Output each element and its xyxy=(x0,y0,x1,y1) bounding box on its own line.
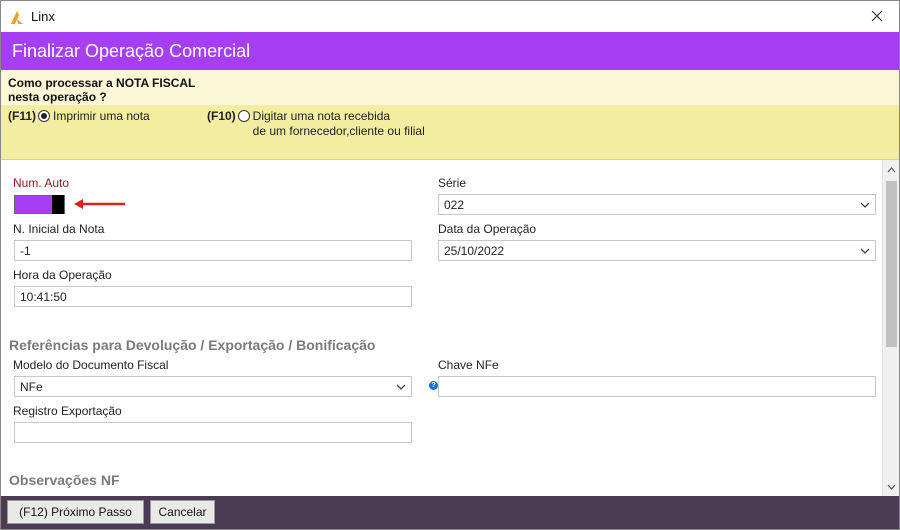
option-label-digitar: Digitar uma nota recebida de um forneced… xyxy=(253,109,425,139)
observacoes-section-title: Observações NF xyxy=(9,472,120,488)
data-operacao-select[interactable]: 25/10/2022 xyxy=(438,240,876,261)
serie-select[interactable]: 022 xyxy=(438,194,876,215)
nota-fiscal-question: Como processar a NOTA FISCAL nesta opera… xyxy=(1,70,899,105)
next-step-button[interactable]: (F12) Próximo Passo xyxy=(7,500,144,524)
serie-value: 022 xyxy=(444,197,465,212)
radio-imprimir-nota[interactable] xyxy=(38,110,51,122)
num-auto-toggle[interactable] xyxy=(14,195,65,214)
hora-operacao-value: 10:41:50 xyxy=(20,289,67,304)
hora-operacao-label: Hora da Operação xyxy=(13,268,112,282)
nota-fiscal-options: (F11) Imprimir uma nota (F10) Digitar um… xyxy=(1,105,899,159)
scroll-down-button[interactable] xyxy=(883,479,899,495)
scroll-down-icon xyxy=(887,484,896,490)
vertical-scrollbar[interactable] xyxy=(882,160,899,496)
option-label-digitar-line2: de um fornecedor,cliente ou filial xyxy=(252,124,425,138)
close-button[interactable] xyxy=(863,5,891,27)
chevron-down-icon xyxy=(860,202,870,208)
modelo-documento-label: Modelo do Documento Fiscal xyxy=(13,358,169,372)
chevron-down-icon xyxy=(860,248,870,254)
title-bar: Linx xyxy=(1,1,899,32)
finalizar-operacao-dialog: Linx Finalizar Operação Comercial Como p… xyxy=(0,0,900,530)
scroll-up-button[interactable] xyxy=(883,162,899,178)
page-title: Finalizar Operação Comercial xyxy=(1,32,899,70)
help-icon[interactable]: ? xyxy=(429,381,438,390)
serie-label: Série xyxy=(438,176,467,190)
scroll-up-icon xyxy=(887,167,896,173)
modelo-documento-select[interactable]: NFe xyxy=(14,376,412,397)
referencias-section-title: Referências para Devolução / Exportação … xyxy=(9,337,376,353)
footer-bar: (F12) Próximo Passo Cancelar xyxy=(1,496,899,529)
data-operacao-value: 25/10/2022 xyxy=(444,243,505,258)
option-imprimir-nota[interactable]: (F11) Imprimir uma nota xyxy=(8,109,150,124)
close-icon xyxy=(871,10,883,22)
question-line-1: Como processar a NOTA FISCAL xyxy=(8,76,196,90)
chevron-down-icon xyxy=(396,384,406,390)
question-line-2: nesta operação ? xyxy=(8,90,107,104)
registro-exportacao-label: Registro Exportação xyxy=(13,404,122,418)
num-auto-label: Num. Auto xyxy=(13,176,70,190)
chave-nfe-input[interactable] xyxy=(438,376,876,397)
data-operacao-label: Data da Operação xyxy=(438,222,537,236)
toggle-knob[interactable] xyxy=(52,195,64,214)
app-logo-icon xyxy=(11,10,23,24)
radio-digitar-nota[interactable] xyxy=(237,110,250,122)
n-inicial-label: N. Inicial da Nota xyxy=(13,222,105,236)
cancel-button[interactable]: Cancelar xyxy=(150,500,215,524)
window-title: Linx xyxy=(31,9,55,24)
form-content: Num. Auto Série 022 N. Inicial da Nota -… xyxy=(1,159,899,496)
option-digitar-nota[interactable]: (F10) Digitar uma nota recebida de um fo… xyxy=(207,109,425,139)
n-inicial-value: -1 xyxy=(20,243,31,258)
option-key-f11: (F11) xyxy=(8,109,37,123)
registro-exportacao-input[interactable] xyxy=(14,422,412,443)
arrow-left-icon xyxy=(74,199,125,209)
chave-nfe-label: Chave NFe xyxy=(438,358,499,372)
scroll-thumb[interactable] xyxy=(886,181,897,347)
n-inicial-input[interactable]: -1 xyxy=(14,240,412,261)
option-label-imprimir: Imprimir uma nota xyxy=(53,109,150,123)
hora-operacao-input[interactable]: 10:41:50 xyxy=(14,286,412,307)
option-key-f10: (F10) xyxy=(207,109,236,123)
option-label-digitar-line1: Digitar uma nota recebida xyxy=(252,109,391,123)
modelo-documento-value: NFe xyxy=(20,379,43,394)
